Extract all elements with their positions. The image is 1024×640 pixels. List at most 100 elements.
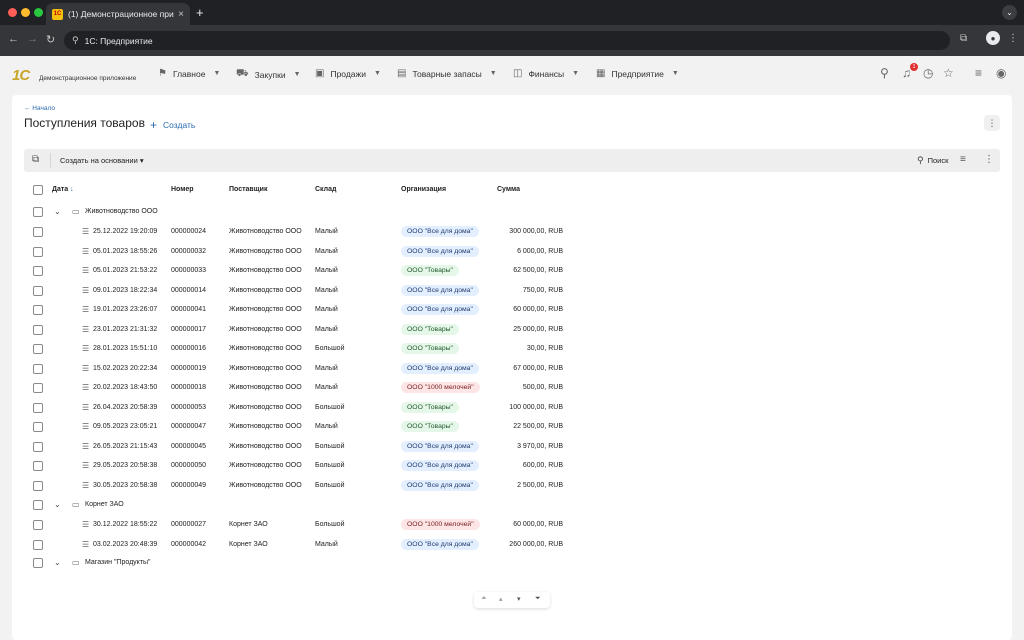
table-row[interactable]: ☰ 03.02.2023 20:48:39 000000042 Корнет ЗАО М… [24,535,1000,555]
row-checkbox[interactable] [33,246,43,257]
user-icon[interactable]: ◉ [996,66,1006,80]
menu-item-sales[interactable]: ▣ Продажи ▼ [315,68,381,79]
menu-item-enterprise[interactable]: ▦ Предприятие ▼ [596,68,679,79]
last-page-icon[interactable]: ⏷ [535,595,541,603]
cell-warehouse: Большой [315,345,345,352]
column-supplier[interactable]: Поставщик [229,186,267,193]
column-organization[interactable]: Организация [401,186,446,193]
row-checkbox[interactable] [33,363,43,374]
table-row[interactable]: ☰ 15.02.2023 20:22:34 000000019 Животноводс… [24,359,1000,379]
breadcrumb[interactable]: ← Начало [24,105,55,112]
column-date[interactable]: Дата ↓ [52,186,74,193]
chevron-down-icon[interactable]: ⌄ [54,500,61,509]
table-row[interactable]: ☰ 28.01.2023 15:51:10 000000016 Животноводс… [24,339,1000,359]
row-checkbox[interactable] [33,402,43,413]
table-row[interactable]: ☰ 26.05.2023 21:15:43 000000045 Животноводс… [24,437,1000,457]
row-checkbox[interactable] [33,207,43,217]
select-all-checkbox[interactable] [33,185,43,195]
cell-sum: 25 000,00, RUB [513,325,563,333]
menu-item-main[interactable]: ⚑ Главное ▼ [158,68,220,79]
column-sum[interactable]: Сумма [497,186,520,193]
filter-icon[interactable]: ≡ [960,154,966,165]
table-row[interactable]: ☰ 05.01.2023 21:53:22 000000033 Животноводс… [24,261,1000,281]
row-checkbox[interactable] [33,227,43,237]
cell-number: 000000018 [171,384,207,391]
warehouse-icon: ▤ [397,68,407,79]
document-icon: ☰ [82,266,90,275]
tab-search-icon[interactable]: ⌄ [1002,5,1017,20]
minimize-window-icon[interactable] [21,8,30,17]
star-icon[interactable]: ☆ [943,66,954,80]
table-group-row[interactable]: ⌄ ▭ Животноводство ООО [24,202,1000,222]
column-warehouse[interactable]: Склад [315,186,336,193]
row-checkbox[interactable] [33,500,43,510]
next-page-icon[interactable]: ▾ [517,595,521,603]
search-button[interactable]: ⚲ Поиск [917,155,948,166]
row-checkbox[interactable] [33,344,43,354]
table-row[interactable]: ☰ 05.01.2023 18:55:26 000000032 Животноводс… [24,242,1000,262]
table-row[interactable]: ☰ 09.01.2023 18:22:34 000000014 Животноводс… [24,281,1000,301]
row-checkbox[interactable] [33,305,43,315]
cell-number: 000000027 [171,521,207,528]
cell-sum: 100 000,00, RUB [509,403,563,411]
table-group-row[interactable]: ⌄ ▭ Корнет ЗАО [24,495,1000,515]
table-row[interactable]: ☰ 23.01.2023 21:31:32 000000017 Животноводс… [24,320,1000,340]
table-row[interactable]: ☰ 29.05.2023 20:58:38 000000050 Животноводс… [24,456,1000,476]
profile-icon[interactable]: ● [986,31,1000,45]
row-checkbox[interactable] [33,285,43,296]
prev-page-icon[interactable]: ▴ [499,595,503,603]
row-checkbox[interactable] [33,266,43,276]
menu-item-finance[interactable]: ◫ Финансы ▼ [513,68,579,79]
table-row[interactable]: ☰ 19.01.2023 23:26:07 000000041 Животноводс… [24,300,1000,320]
zoom-window-icon[interactable] [34,8,43,17]
create-button[interactable]: + Создать [150,118,195,132]
tab-close-icon[interactable]: × [178,9,184,20]
table-row[interactable]: ☰ 20.02.2023 18:43:50 000000018 Животноводс… [24,378,1000,398]
browser-tab[interactable]: 1С (1) Демонстрационное приложение × [46,3,190,25]
chevron-down-icon[interactable]: ⌄ [54,207,61,216]
cell-date: 19.01.2023 23:26:07 [93,306,158,313]
address-bar[interactable]: ⚲ 1С: Предприятие [64,31,950,50]
cell-organization: ООО "Товары" [401,421,459,432]
back-icon[interactable]: ← [8,33,19,45]
table-row[interactable]: ☰ 30.12.2022 18:55:22 000000027 Корнет ЗАО Б… [24,515,1000,535]
menu-item-purchases[interactable]: ⛟ Закупки ▼ [236,68,301,81]
forward-icon[interactable]: → [27,33,38,45]
first-page-icon[interactable]: ⏶ [481,595,487,603]
menu-item-stock[interactable]: ▤ Товарные запасы ▼ [397,68,497,79]
row-checkbox[interactable] [33,461,43,471]
history-icon[interactable]: ◷ [923,66,933,80]
settings-icon[interactable]: ≡ [975,66,982,80]
table-row[interactable]: ☰ 25.12.2022 19:20:09 000000024 Животноводс… [24,222,1000,242]
create-based-on-button[interactable]: Создать на основании ▾ [60,156,144,165]
more-icon[interactable]: ⋮ [984,115,1000,131]
row-checkbox[interactable] [33,383,43,393]
copy-icon[interactable]: ⧉ [32,154,39,165]
chevron-down-icon[interactable]: ⌄ [54,558,61,567]
column-number[interactable]: Номер [171,186,194,193]
kebab-icon[interactable]: ⋮ [1008,33,1018,44]
row-checkbox[interactable] [33,520,43,530]
cell-warehouse: Малый [315,306,338,313]
row-checkbox[interactable] [33,441,43,452]
table-row[interactable]: ☰ 26.04.2023 20:58:39 000000053 Животноводс… [24,398,1000,418]
row-checkbox[interactable] [33,480,43,491]
row-checkbox[interactable] [33,324,43,335]
table-row[interactable]: ☰ 09.05.2023 23:05:21 000000047 Животноводс… [24,417,1000,437]
tab-favicon-icon: 1С [52,8,63,20]
new-tab-icon[interactable]: + [196,5,204,20]
search-icon[interactable]: ⚲ [880,66,889,80]
cell-sum: 3 970,00, RUB [517,442,563,450]
close-window-icon[interactable] [8,8,17,17]
extensions-icon[interactable]: ⧉ [960,33,967,44]
cell-sum: 750,00, RUB [522,286,563,294]
table-row[interactable]: ☰ 30.05.2023 20:58:38 000000049 Животноводс… [24,476,1000,496]
row-checkbox[interactable] [33,539,43,550]
row-checkbox[interactable] [33,422,43,432]
reload-icon[interactable]: ↻ [46,33,55,46]
table-group-row[interactable]: ⌄ ▭ Магазин "Продукты" [24,553,1000,573]
more-icon[interactable]: ⋮ [984,154,994,165]
document-icon: ☰ [82,520,90,529]
tune-icon[interactable]: ⚲ [72,35,79,46]
row-checkbox[interactable] [33,558,43,568]
